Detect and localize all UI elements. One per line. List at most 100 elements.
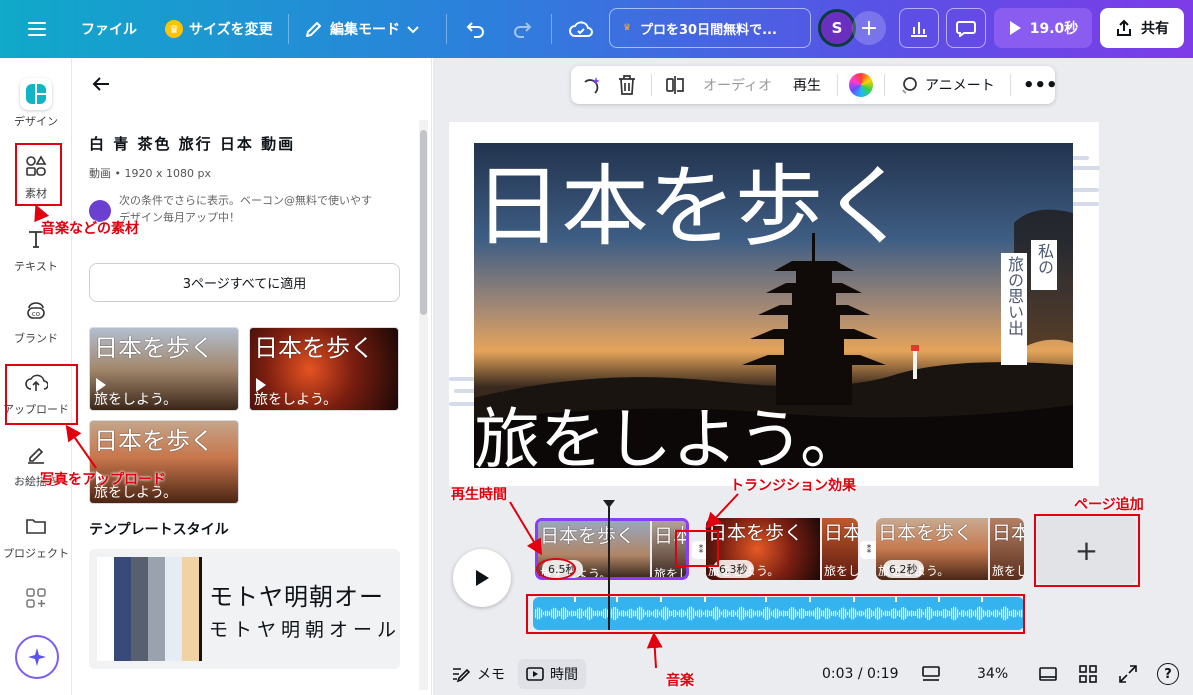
slide-view-icon: [1039, 667, 1057, 681]
slide-subtitle[interactable]: 旅をしよう。: [474, 386, 866, 482]
page-view-button[interactable]: [921, 659, 941, 689]
comment-button[interactable]: [946, 8, 986, 48]
insights-button[interactable]: [899, 8, 939, 48]
divider: [551, 14, 552, 44]
apps-icon: [20, 582, 52, 614]
grid-view-button[interactable]: [1078, 659, 1098, 689]
annotation-label-add-page: ページ追加: [1074, 497, 1144, 513]
template-meta: 動画 • 1920 x 1080 px: [89, 167, 211, 180]
template-panel: 白 青 茶色 旅行 日本 動画 動画 • 1920 x 1080 px 次の条件…: [72, 58, 432, 695]
playback-button[interactable]: 再生: [793, 66, 821, 104]
divider: [446, 14, 447, 44]
magic-edit-button[interactable]: [581, 66, 603, 104]
palette-swatch: [114, 557, 131, 661]
magic-button[interactable]: [15, 635, 59, 679]
hamburger-icon: [28, 22, 46, 36]
arrow-left-icon: [92, 77, 109, 91]
pro-trial-button[interactable]: ♛ プロを30日間無料で...: [609, 8, 811, 48]
help-button[interactable]: ?: [1157, 659, 1179, 689]
annotation-box-elements: [15, 143, 62, 206]
trash-icon: [619, 75, 635, 95]
comment-icon: [956, 21, 976, 37]
slide-title[interactable]: 日本を歩く: [474, 136, 910, 263]
fullscreen-button[interactable]: [1118, 659, 1138, 689]
delete-button[interactable]: [617, 66, 637, 104]
share-button[interactable]: 共有: [1100, 8, 1184, 48]
timeline-play-button[interactable]: [453, 549, 511, 607]
zoom-level[interactable]: 34%: [977, 659, 1008, 689]
expand-icon: [1119, 665, 1137, 683]
rail-item-apps[interactable]: [0, 582, 72, 614]
style-heading: テンプレートスタイル: [89, 522, 229, 538]
crown-icon: ♛: [622, 23, 632, 33]
edit-mode-dropdown[interactable]: 編集モード: [304, 0, 420, 58]
scrollbar-thumb[interactable]: [420, 130, 427, 315]
split-button[interactable]: [665, 66, 685, 104]
undo-button[interactable]: [466, 0, 486, 58]
palette-swatch: [131, 557, 148, 661]
divider: [837, 74, 838, 96]
animate-button[interactable]: アニメート: [899, 66, 995, 104]
color-button[interactable]: [849, 66, 873, 104]
rail-item-design[interactable]: デザイン: [0, 78, 72, 129]
resize-button[interactable]: ♛ サイズを変更: [165, 0, 273, 58]
panel-scrollbar[interactable]: [419, 120, 428, 690]
vertical-caption-1[interactable]: 私の: [1031, 240, 1057, 290]
magic-edit-icon: [584, 77, 600, 94]
split-icon: [666, 76, 684, 94]
grid-icon: [1079, 665, 1097, 683]
redo-button[interactable]: [512, 0, 532, 58]
template-style-card[interactable]: モトヤ明朝オー モトヤ明朝オール: [89, 549, 400, 669]
menu-button[interactable]: [28, 0, 46, 58]
timeline-icon: [526, 667, 544, 681]
annotation-box-add-page: [1034, 514, 1140, 587]
annotation-label-playtime: 再生時間: [451, 487, 507, 503]
palette-swatch: [182, 557, 199, 661]
plus-icon: +: [859, 15, 879, 41]
rail-item-projects[interactable]: プロジェクト: [0, 510, 72, 561]
palette-swatch: [165, 557, 182, 661]
palette-swatch: [199, 557, 202, 661]
vertical-caption-2[interactable]: 旅の思い出: [1001, 253, 1027, 365]
annotation-label-transition: トランジション効果: [730, 478, 856, 494]
more-dots-icon: •••: [1023, 74, 1058, 96]
annotation-label-materials: 音楽などの素材: [41, 221, 139, 237]
sparkle-icon: [28, 648, 46, 666]
preview-play-button[interactable]: 19.0秒: [994, 8, 1092, 48]
style-font-preview-2: モトヤ明朝オール: [209, 619, 400, 641]
user-avatar[interactable]: S: [818, 9, 856, 47]
back-button[interactable]: [92, 76, 110, 96]
file-menu[interactable]: ファイル: [81, 0, 137, 58]
notes-button[interactable]: メモ: [451, 659, 505, 689]
share-icon: [1117, 19, 1131, 36]
help-icon: ?: [1157, 663, 1179, 685]
style-font-preview-1: モトヤ明朝オー: [209, 583, 384, 611]
timeline-toggle-button[interactable]: 時間: [518, 659, 586, 689]
rail-item-brand[interactable]: co ブランド: [0, 295, 72, 346]
template-thumbnail[interactable]: 日本を歩く 旅をしよう。: [249, 327, 399, 411]
annotation-box-transition: [675, 530, 719, 567]
svg-text:co: co: [32, 310, 40, 318]
divider: [651, 74, 652, 96]
apply-all-pages-button[interactable]: 3ページすべてに適用: [89, 263, 400, 302]
cloud-save-status[interactable]: [569, 0, 593, 58]
annotation-label-upload: 写真をアップロード: [40, 472, 166, 488]
redo-icon: [514, 22, 532, 38]
audio-button[interactable]: オーディオ: [703, 66, 772, 104]
clip-frame: 日本を歩く旅をしよう。: [990, 518, 1024, 580]
annotation-box-upload: [5, 364, 78, 425]
undo-icon: [466, 22, 484, 38]
top-bar: ファイル ♛ サイズを変更 編集モード ♛ プロを30日間無料で... S + …: [0, 0, 1193, 58]
notes-icon: [453, 668, 471, 683]
chevron-down-icon: [407, 26, 419, 34]
clip-duration-badge: 6.2秒: [883, 560, 924, 578]
palette-swatch: [148, 557, 165, 661]
template-thumbnail[interactable]: 日本を歩く 旅をしよう。: [89, 420, 239, 504]
divider: [884, 74, 885, 96]
add-collaborator-button[interactable]: +: [852, 11, 886, 45]
more-button[interactable]: •••: [1023, 66, 1058, 104]
slide-view-button[interactable]: [1038, 659, 1058, 689]
color-wheel-icon: [849, 73, 873, 97]
time-readout: 0:03 / 0:19: [822, 666, 899, 682]
template-thumbnail[interactable]: 日本を歩く 旅をしよう。: [89, 327, 239, 411]
